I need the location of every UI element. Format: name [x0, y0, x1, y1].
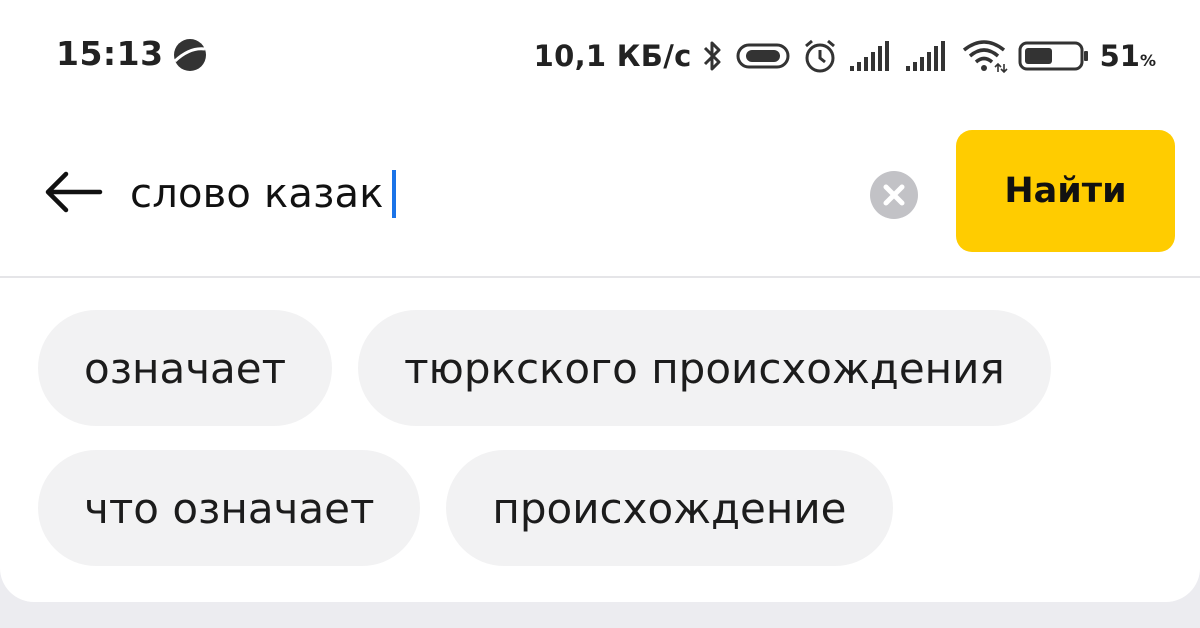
battery-icon [1018, 41, 1088, 71]
network-speed: 10,1 КБ/с [533, 39, 692, 73]
chip-row: означает тюркского происхождения [38, 310, 1178, 426]
suggestion-chip[interactable]: означает [38, 310, 333, 426]
divider [0, 276, 1200, 278]
wifi-icon [962, 40, 1008, 74]
search-panel: 15:13 10,1 КБ/с 51% слово казак Найти оз… [0, 0, 1200, 602]
find-button[interactable]: Найти [956, 130, 1175, 252]
chip-row: что означает происхождение [38, 450, 1178, 566]
suggestion-chip[interactable]: что означает [38, 450, 421, 566]
search-bar: слово казак Найти [0, 126, 1200, 266]
bluetooth-icon [703, 41, 721, 71]
status-bar: 15:13 10,1 КБ/с 51% [0, 28, 1200, 84]
signal-icon [849, 41, 889, 71]
status-indicators: 10,1 КБ/с 51% [534, 34, 1156, 78]
battery-percent: 51% [1099, 39, 1156, 73]
back-arrow-icon[interactable] [40, 166, 106, 218]
planet-icon [173, 39, 206, 71]
vibrate-icon [736, 43, 790, 69]
suggestion-chip[interactable]: тюркского происхождения [358, 310, 1051, 426]
text-caret [391, 170, 396, 218]
suggestion-chip[interactable]: происхождение [446, 450, 893, 566]
status-time: 15:13 [56, 34, 164, 73]
suggestion-chips: означает тюркского происхождения что озн… [38, 310, 1178, 590]
signal-icon [905, 41, 945, 71]
close-icon [883, 184, 905, 206]
alarm-icon [804, 39, 835, 73]
clear-button[interactable] [870, 171, 918, 219]
search-query: слово казак [130, 171, 384, 217]
search-input[interactable]: слово казак [130, 164, 396, 224]
